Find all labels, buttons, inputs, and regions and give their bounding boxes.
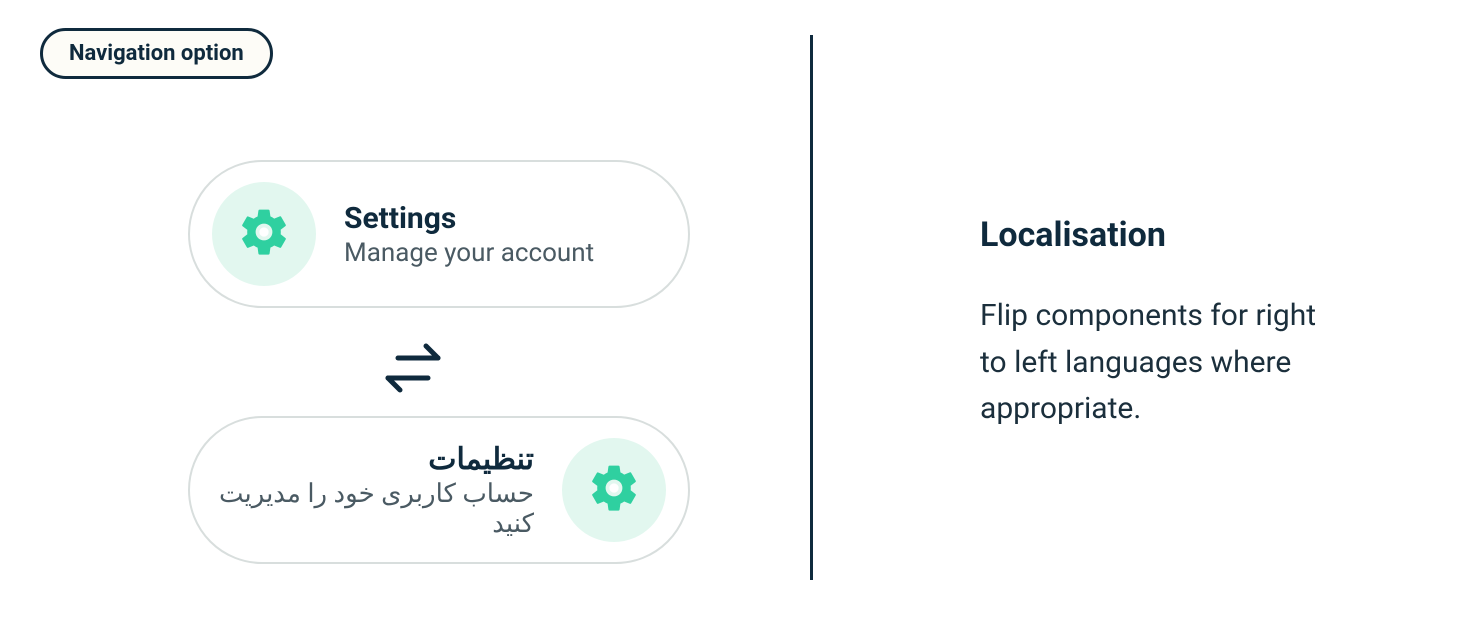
- nav-option-ltr[interactable]: Settings Manage your account: [188, 160, 690, 308]
- explanation-heading: Localisation: [980, 215, 1392, 255]
- nav-option-rtl[interactable]: تنظیمات حساب کاربری خود را مدیریت کنید: [188, 416, 690, 564]
- nav-option-title: تنظیمات: [212, 442, 534, 477]
- gear-icon: [236, 204, 292, 264]
- vertical-divider: [810, 35, 813, 580]
- gear-icon-container: [562, 438, 666, 542]
- swap-horizontal-icon: [378, 340, 448, 400]
- gear-icon-container: [212, 182, 316, 286]
- nav-option-subtitle: Manage your account: [344, 238, 594, 268]
- explanation-body: Flip components for right to left langua…: [980, 293, 1340, 433]
- component-tag: Navigation option: [40, 28, 273, 79]
- nav-option-text: تنظیمات حساب کاربری خود را مدیریت کنید: [212, 442, 534, 539]
- nav-option-title: Settings: [344, 201, 594, 236]
- nav-option-text: Settings Manage your account: [344, 201, 594, 268]
- gear-icon: [586, 460, 642, 520]
- nav-option-subtitle: حساب کاربری خود را مدیریت کنید: [212, 479, 534, 539]
